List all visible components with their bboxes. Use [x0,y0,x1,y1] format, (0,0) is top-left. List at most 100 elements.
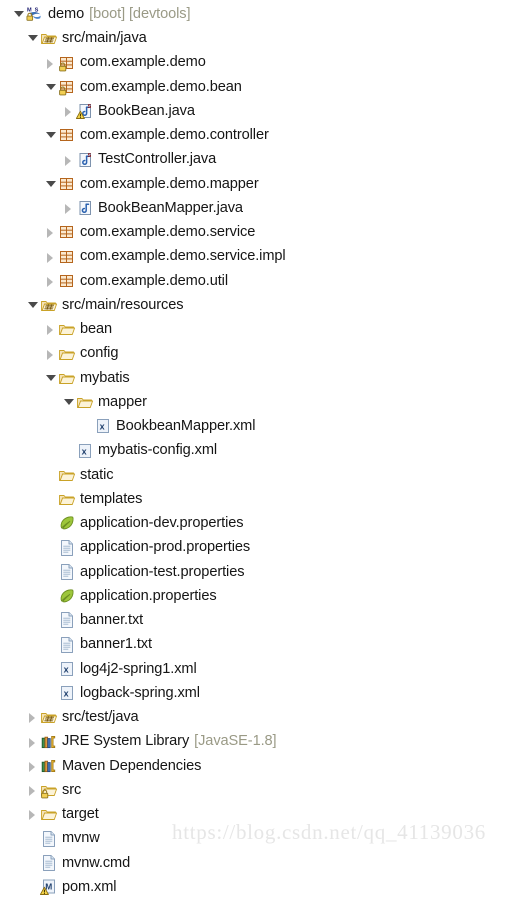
chevron-right-icon[interactable] [26,735,39,749]
tree-item-label: static [80,466,114,483]
tree-row[interactable]: Maven Dependencies [0,754,512,778]
tree-item-label: mybatis [80,369,130,386]
tree-row[interactable]: com.example.demo.controller [0,123,512,147]
tree-row[interactable]: banner1.txt [0,633,512,657]
no-expander-spacer [26,832,39,846]
chevron-right-icon[interactable] [62,201,75,215]
tree-row[interactable]: static [0,463,512,487]
maven-pom-icon: M [40,878,58,896]
chevron-right-icon[interactable] [62,104,75,118]
chevron-right-icon[interactable] [44,56,57,70]
spring-boot-maven-project-icon: MS [26,5,44,23]
folder-icon [76,393,94,411]
tree-row[interactable]: mvnw [0,827,512,851]
tree-item-suffix: [boot] [devtools] [89,5,191,22]
package-explorer-tree[interactable]: M Sdemo [boot] [devtools] src/main/java com.… [0,0,512,896]
tree-row[interactable]: com.example.demo.bean [0,75,512,99]
tree-row[interactable]: src/main/resources [0,293,512,317]
svg-text:x: x [82,446,87,456]
tree-row[interactable]: JRE System Library [JavaSE-1.8] [0,730,512,754]
chevron-right-icon[interactable] [26,807,39,821]
tree-item-label: src [62,781,82,798]
text-file-icon [58,611,76,629]
chevron-right-icon[interactable] [44,274,57,288]
tree-row[interactable]: mapper [0,390,512,414]
tree-row[interactable]: mvnw.cmd [0,851,512,875]
no-expander-spacer [44,541,57,555]
chevron-right-icon[interactable] [62,153,75,167]
chevron-right-icon[interactable] [44,225,57,239]
tree-item-label: com.example.demo.bean [80,78,242,95]
chevron-down-icon[interactable] [62,395,75,409]
tree-row[interactable]: x logback-spring.xml [0,681,512,705]
tree-item-label: mapper [98,393,147,410]
chevron-down-icon[interactable] [26,298,39,312]
tree-row[interactable]: target [0,802,512,826]
tree-row[interactable]: x log4j2-spring1.xml [0,657,512,681]
tree-row[interactable]: application-test.properties [0,560,512,584]
xml-file-icon: x [94,417,112,435]
chevron-right-icon[interactable] [26,710,39,724]
tree-item-label: application.properties [80,587,217,604]
chevron-down-icon[interactable] [44,177,57,191]
chevron-down-icon[interactable] [26,31,39,45]
tree-item-label: config [80,345,119,362]
chevron-right-icon[interactable] [26,759,39,773]
chevron-down-icon[interactable] [44,80,57,94]
chevron-down-icon[interactable] [44,371,57,385]
chevron-right-icon[interactable] [44,322,57,336]
tree-item-label: demo [48,5,85,22]
tree-row[interactable]: bean [0,317,512,341]
tree-row[interactable]: com.example.demo.mapper [0,172,512,196]
tree-item-label: bean [80,321,113,338]
package-locked-icon [58,54,76,72]
tree-row[interactable]: mybatis [0,366,512,390]
tree-row[interactable]: application-prod.properties [0,536,512,560]
tree-row[interactable]: BookBeanMapper.java [0,196,512,220]
package-icon [58,272,76,290]
tree-row[interactable]: com.example.demo.util [0,269,512,293]
tree-row[interactable]: application.properties [0,584,512,608]
tree-row[interactable]: com.example.demo [0,51,512,75]
tree-row[interactable]: application-dev.properties [0,511,512,535]
tree-item-label: BookBeanMapper.java [98,199,243,216]
tree-row[interactable]: S BookBean.java [0,99,512,123]
text-file-icon [58,636,76,654]
xml-file-icon: x [76,442,94,460]
tree-item-label: Maven Dependencies [62,757,202,774]
folder-icon [40,805,58,823]
tree-row[interactable]: config [0,342,512,366]
no-expander-spacer [44,686,57,700]
tree-row[interactable]: banner.txt [0,608,512,632]
no-expander-spacer [44,638,57,652]
tree-item-label: logback-spring.xml [80,684,200,701]
tree-row[interactable]: src/test/java [0,705,512,729]
chevron-right-icon[interactable] [44,347,57,361]
tree-row[interactable]: templates [0,487,512,511]
tree-row[interactable]: com.example.demo.service.impl [0,245,512,269]
tree-row[interactable]: M Sdemo [boot] [devtools] [0,2,512,26]
chevron-down-icon[interactable] [44,128,57,142]
tree-row[interactable]: Mpom.xml [0,875,512,899]
tree-row[interactable]: S TestController.java [0,148,512,172]
tree-item-label: mvnw [62,830,100,847]
java-file-warning-icon: S [76,102,94,120]
tree-row[interactable]: x mybatis-config.xml [0,439,512,463]
svg-text:S: S [88,104,92,110]
tree-row[interactable]: src/main/java [0,26,512,50]
folder-icon [58,369,76,387]
tree-row[interactable]: com.example.demo.service [0,220,512,244]
tree-item-label: BookbeanMapper.xml [116,418,256,435]
chevron-down-icon[interactable] [12,7,25,21]
chevron-right-icon[interactable] [44,250,57,264]
text-file-icon [58,563,76,581]
chevron-right-icon[interactable] [26,783,39,797]
tree-row[interactable]: src [0,778,512,802]
folder-icon [58,345,76,363]
folder-icon [58,490,76,508]
svg-text:x: x [64,664,69,674]
package-icon [58,248,76,266]
folder-warning-icon [40,781,58,799]
tree-row[interactable]: x BookbeanMapper.xml [0,414,512,438]
spring-properties-icon [58,587,76,605]
